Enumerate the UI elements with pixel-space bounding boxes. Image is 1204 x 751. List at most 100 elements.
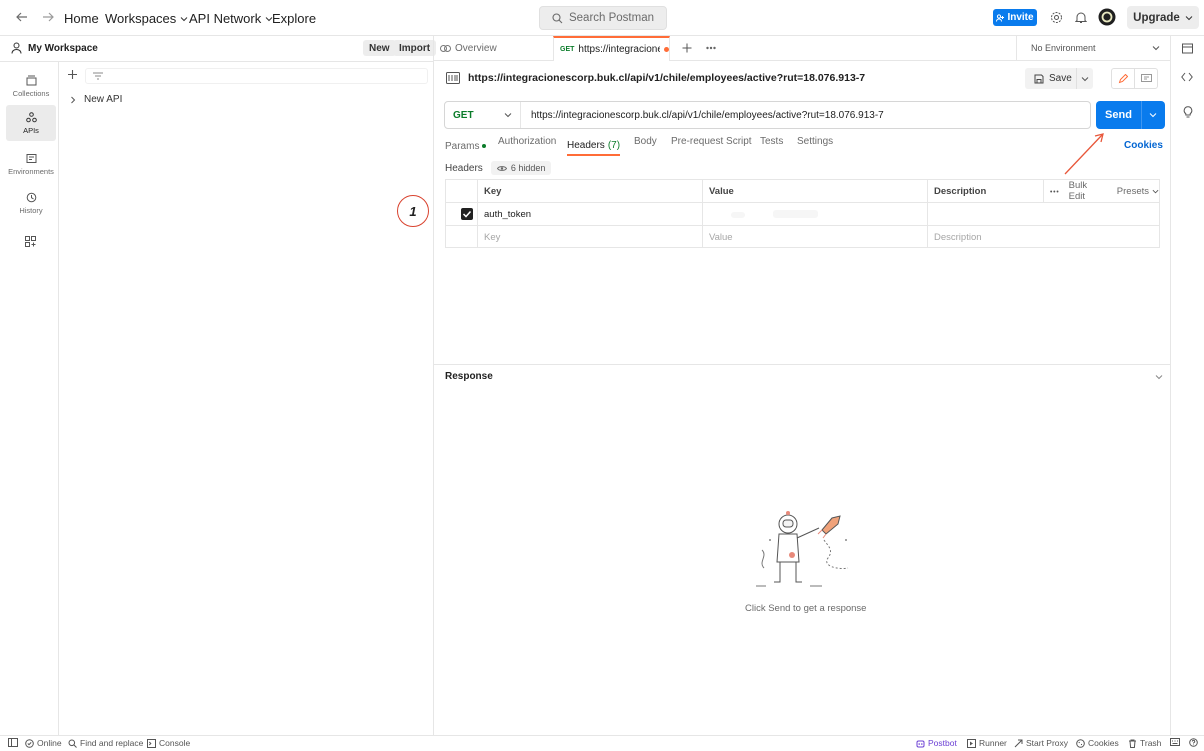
- row-checkbox[interactable]: [461, 208, 473, 220]
- keyboard-shortcuts-icon[interactable]: [1170, 738, 1180, 746]
- save-main[interactable]: Save: [1025, 68, 1077, 89]
- postbot-icon: [916, 740, 925, 747]
- overview-icon: [440, 45, 451, 52]
- import-button[interactable]: Import: [393, 40, 437, 56]
- tab-headers[interactable]: Headers (7): [567, 136, 621, 156]
- save-label: Save: [1049, 73, 1072, 84]
- nav-explore[interactable]: Explore: [272, 11, 316, 26]
- environment-selector[interactable]: No Environment: [1016, 36, 1170, 61]
- response-collapse-icon[interactable]: [1155, 373, 1163, 381]
- send-dropdown[interactable]: [1142, 111, 1164, 119]
- chevron-down-icon: [180, 16, 188, 21]
- workspace-name[interactable]: My Workspace: [28, 43, 98, 54]
- workspace-header: My Workspace New Import: [0, 36, 437, 62]
- headers-section-label: Headers: [445, 162, 483, 174]
- nav-apis[interactable]: APIs: [6, 105, 56, 141]
- url-input[interactable]: https://integracionescorp.buk.cl/api/v1/…: [521, 110, 884, 121]
- send-button[interactable]: Send: [1096, 101, 1165, 129]
- new-button[interactable]: New: [363, 40, 396, 56]
- new-tab-plus-icon[interactable]: [682, 43, 692, 53]
- lightbulb-icon[interactable]: [1183, 106, 1193, 118]
- more-options-icon[interactable]: [1050, 190, 1059, 193]
- tab-headers-label: Headers: [567, 139, 605, 151]
- presets-dropdown[interactable]: Presets: [1117, 186, 1159, 197]
- search-input[interactable]: Search Postman: [539, 6, 667, 30]
- filter-input[interactable]: [85, 68, 428, 84]
- nav-api-network[interactable]: API Network: [189, 11, 273, 26]
- headers-label-row: Headers 6 hidden: [445, 161, 552, 175]
- search-placeholder: Search Postman: [568, 12, 654, 24]
- settings-gear-icon[interactable]: [1050, 11, 1063, 24]
- key-placeholder[interactable]: Key: [477, 226, 702, 248]
- header-value-cell[interactable]: [702, 203, 927, 225]
- tab-prerequest-script[interactable]: Pre-request Script: [671, 136, 752, 156]
- column-description: Description: [927, 180, 1043, 202]
- back-arrow-icon[interactable]: [16, 11, 28, 23]
- cookies-status-label: Cookies: [1088, 738, 1119, 748]
- trash-button[interactable]: Trash: [1128, 738, 1161, 748]
- online-status[interactable]: Online: [25, 738, 62, 748]
- description-placeholder[interactable]: Description: [927, 226, 1159, 248]
- nav-environments[interactable]: Environments: [6, 146, 56, 182]
- avatar[interactable]: [1098, 8, 1116, 26]
- find-replace[interactable]: Find and replace: [68, 738, 143, 748]
- search-icon: [552, 12, 563, 23]
- method-select[interactable]: GET: [445, 102, 521, 128]
- value-placeholder[interactable]: Value: [702, 226, 927, 248]
- response-empty-hint: Click Send to get a response: [745, 603, 867, 614]
- bulk-edit-link[interactable]: Bulk Edit: [1069, 180, 1105, 202]
- console-icon: [147, 738, 156, 748]
- add-icon[interactable]: [67, 69, 78, 80]
- tab-request[interactable]: GET https://integracionescc: [553, 36, 670, 61]
- code-icon[interactable]: [1181, 72, 1193, 82]
- tab-tests[interactable]: Tests: [760, 136, 783, 156]
- start-proxy-button[interactable]: Start Proxy: [1014, 738, 1068, 748]
- environments-icon: [26, 153, 36, 163]
- runner-button[interactable]: Runner: [967, 738, 1007, 748]
- comments-icon[interactable]: [1135, 69, 1157, 88]
- toggle-sidebar-icon[interactable]: [8, 738, 18, 747]
- console-button[interactable]: Console: [147, 738, 190, 748]
- tree-item-new-api[interactable]: New API: [70, 94, 122, 105]
- postbot-label: Postbot: [928, 738, 957, 748]
- eye-icon: [496, 165, 507, 171]
- tab-authorization[interactable]: Authorization: [498, 136, 556, 156]
- header-key-cell[interactable]: auth_token: [477, 203, 702, 225]
- configure-workbench-icon[interactable]: [25, 236, 36, 247]
- invite-button[interactable]: Invite: [993, 9, 1037, 26]
- send-label[interactable]: Send: [1096, 101, 1142, 129]
- tree-item-label: New API: [84, 94, 123, 105]
- nav-workspaces[interactable]: Workspaces: [105, 11, 188, 26]
- redacted-value: [731, 212, 745, 218]
- find-replace-label: Find and replace: [80, 738, 144, 748]
- forward-arrow-icon[interactable]: [42, 11, 54, 23]
- save-dropdown[interactable]: [1077, 75, 1089, 83]
- notification-bell-icon[interactable]: [1075, 11, 1087, 24]
- headers-table: Key Value Description Bulk Edit Presets …: [445, 179, 1160, 248]
- proxy-icon: [1014, 739, 1023, 747]
- cookies-button[interactable]: Cookies: [1076, 738, 1119, 748]
- request-title-text[interactable]: https://integracionescorp.buk.cl/api/v1/…: [468, 72, 865, 84]
- nav-collections[interactable]: Collections: [6, 68, 56, 104]
- tab-params-label: Params: [445, 140, 480, 152]
- environment-quick-look-icon[interactable]: [1182, 43, 1193, 54]
- postbot-button[interactable]: Postbot: [916, 738, 957, 748]
- tab-settings[interactable]: Settings: [797, 136, 833, 156]
- nav-home[interactable]: Home: [64, 11, 99, 26]
- edit-pencil-icon[interactable]: [1112, 69, 1135, 88]
- tab-body[interactable]: Body: [634, 136, 657, 156]
- column-key: Key: [477, 180, 702, 202]
- help-icon[interactable]: [1189, 738, 1198, 747]
- header-description-cell[interactable]: [927, 203, 1159, 225]
- save-button[interactable]: Save: [1025, 68, 1093, 89]
- tab-params[interactable]: Params: [445, 136, 487, 156]
- upgrade-button[interactable]: Upgrade: [1127, 6, 1199, 29]
- cookies-link[interactable]: Cookies: [1124, 140, 1163, 151]
- nav-api-network-label: API Network: [189, 11, 262, 26]
- nav-history[interactable]: History: [6, 185, 56, 221]
- chevron-right-icon: [71, 96, 76, 103]
- tab-overview[interactable]: Overview: [434, 36, 553, 61]
- more-tabs-icon[interactable]: [706, 46, 716, 50]
- user-icon: [11, 42, 22, 54]
- hidden-headers-toggle[interactable]: 6 hidden: [490, 161, 552, 175]
